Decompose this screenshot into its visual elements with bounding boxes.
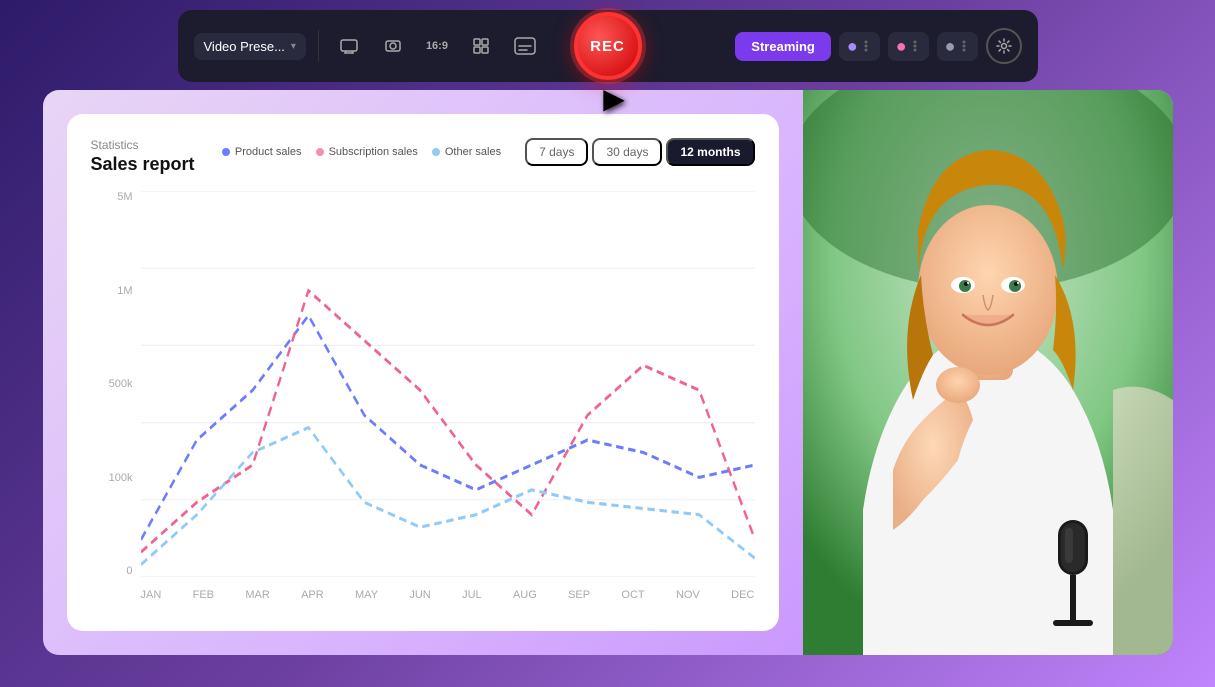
chart-title-section: Statistics Sales report [91,138,195,175]
legend-label-other: Other sales [445,146,501,158]
settings-button[interactable] [986,28,1022,64]
outer-background: Video Prese... ▾ 16:9 [0,0,1215,687]
ratio-icon[interactable]: 16:9 [419,28,455,64]
x-oct: OCT [621,589,644,601]
caption-icon[interactable] [507,28,543,64]
chart-svg [141,191,755,577]
camera-icon[interactable]: ● [847,36,858,57]
mic-icon[interactable]: ● [896,36,907,57]
time-filters: 7 days 30 days 12 months [525,138,754,166]
x-feb: FEB [193,589,214,601]
separator [318,30,319,62]
legend-label-subscription: Subscription sales [329,146,418,158]
y-label-1m: 1M [117,285,132,297]
preset-selector[interactable]: Video Prese... ▾ [194,33,306,60]
other-sales-line [141,428,755,565]
person-background [803,90,1173,655]
x-mar: MAR [245,589,269,601]
stat-label: Statistics [91,138,195,152]
preset-label: Video Prese... [204,39,285,54]
legend-label-product: Product sales [235,146,302,158]
x-dec: DEC [731,589,754,601]
legend-dot-product [222,148,230,156]
chart-header: Statistics Sales report Product sales Su… [91,138,755,175]
screen-icon[interactable] [331,28,367,64]
y-axis-labels: 5M 1M 500k 100k 0 [91,191,141,577]
y-label-0: 0 [126,565,132,577]
legend-other: Other sales [432,146,501,158]
chart-card: Statistics Sales report Product sales Su… [67,114,779,631]
webcam-icon[interactable] [375,28,411,64]
x-axis-labels: JAN FEB MAR APR MAY JUN JUL AUG SEP OCT … [141,583,755,607]
chevron-down-icon: ▾ [291,41,296,52]
nodistractions-icon[interactable] [463,28,499,64]
x-jan: JAN [141,589,162,601]
filter-30days[interactable]: 30 days [592,138,662,166]
x-apr: APR [301,589,324,601]
legend-dot-other [432,148,440,156]
chart-panel: Statistics Sales report Product sales Su… [43,90,803,655]
audio-dots-icon [958,40,970,52]
cursor-icon: ▶ [603,82,625,115]
rec-button[interactable]: REC [574,12,642,80]
legend-dot-subscription [316,148,324,156]
x-aug: AUG [513,589,537,601]
x-sep: SEP [568,589,590,601]
person-panel [803,90,1173,655]
legend-product: Product sales [222,146,302,158]
mic-dots-icon [909,40,921,52]
subscription-sales-line [141,291,755,552]
filter-12months[interactable]: 12 months [666,138,754,166]
audio-group: ● [937,32,978,61]
y-label-5m: 5M [117,191,132,203]
mic-group: ● [888,32,929,61]
audio-icon[interactable]: ● [945,36,956,57]
camera-group: ● [839,32,880,61]
person-svg [803,90,1173,655]
x-jul: JUL [462,589,482,601]
y-label-100k: 100k [109,472,133,484]
product-sales-line [141,316,755,540]
legend-subscription: Subscription sales [316,146,418,158]
toolbar: Video Prese... ▾ 16:9 [178,10,1038,82]
chart-svg-wrapper [141,191,755,577]
chart-area: 5M 1M 500k 100k 0 [91,191,755,607]
x-nov: NOV [676,589,700,601]
y-label-500k: 500k [109,378,133,390]
chart-title: Sales report [91,154,195,175]
filter-7days[interactable]: 7 days [525,138,588,166]
camera-dots-icon [860,40,872,52]
chart-legend: Product sales Subscription sales Other s… [222,146,501,158]
streaming-button[interactable]: Streaming [735,32,831,61]
main-content: Statistics Sales report Product sales Su… [43,90,1173,655]
x-jun: JUN [409,589,430,601]
x-may: MAY [355,589,378,601]
